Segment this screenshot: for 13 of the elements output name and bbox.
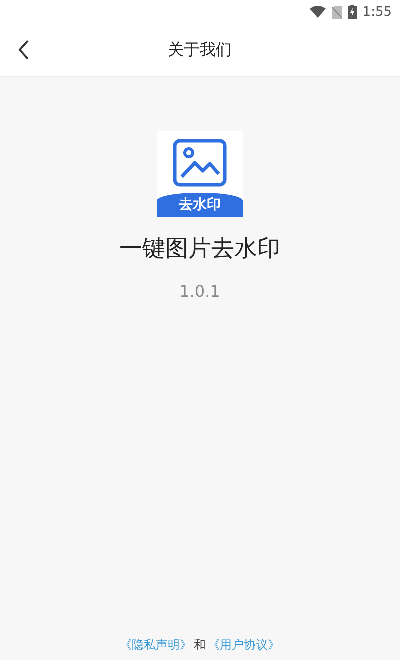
status-time: 1:55: [362, 4, 392, 20]
joiner-text: 和: [194, 637, 206, 654]
back-icon: [18, 40, 30, 60]
logo-label: 去水印: [179, 196, 221, 214]
battery-icon: [348, 5, 357, 19]
app-name: 一键图片去水印: [120, 235, 280, 264]
no-sim-icon: [332, 6, 342, 18]
image-icon: [173, 139, 227, 187]
agreement-link[interactable]: 《用户协议》: [208, 637, 280, 654]
privacy-link[interactable]: 《隐私声明》: [120, 637, 192, 654]
page-title: 关于我们: [168, 40, 232, 60]
wifi-icon: [310, 6, 326, 18]
app-version: 1.0.1: [180, 282, 220, 301]
